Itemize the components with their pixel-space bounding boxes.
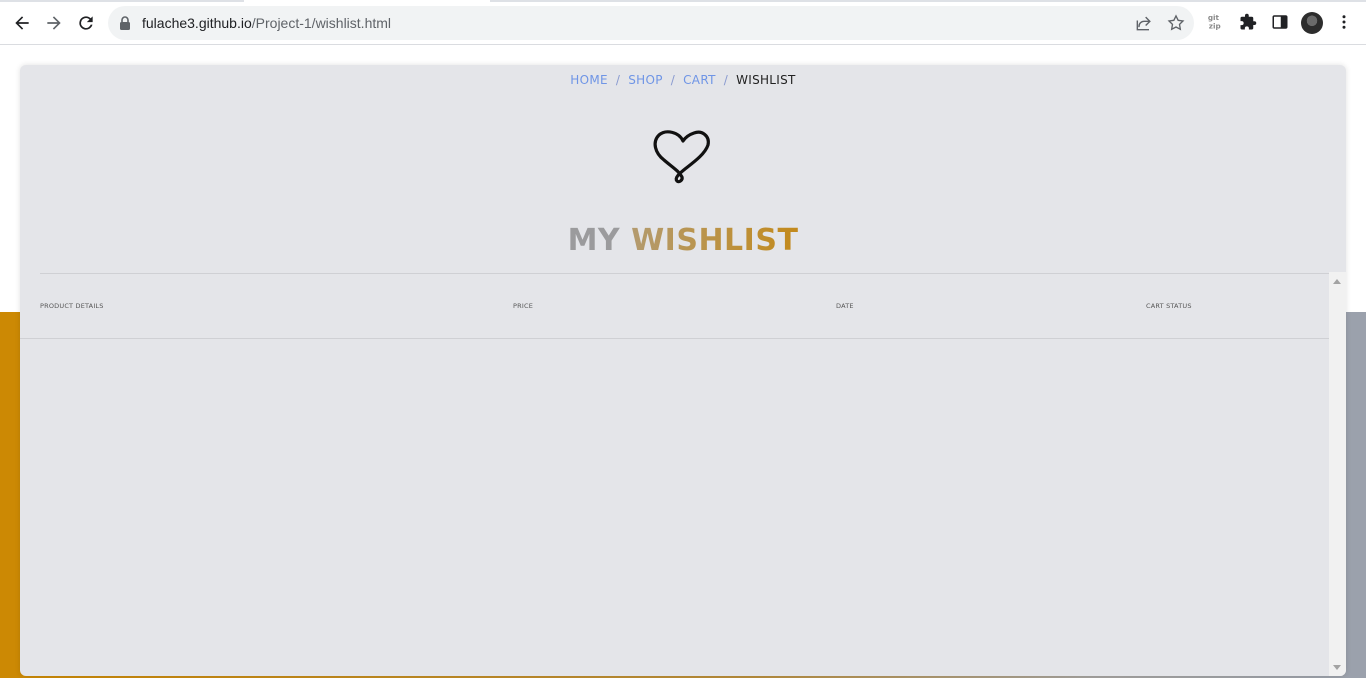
- scroll-down-arrow-icon[interactable]: [1333, 665, 1341, 670]
- url-path: /Project-1/wishlist.html: [251, 15, 392, 31]
- svg-text:zip: zip: [1209, 21, 1221, 30]
- extension-gitzip-icon[interactable]: git zip: [1205, 11, 1227, 33]
- extensions-puzzle-icon[interactable]: [1237, 11, 1259, 33]
- column-header-date: DATE: [836, 302, 854, 310]
- lock-icon[interactable]: [118, 15, 132, 31]
- scroll-up-arrow-icon[interactable]: [1333, 279, 1341, 284]
- table-header-row: PRODUCT DETAILS PRICE DATE CART STATUS: [20, 272, 1329, 339]
- breadcrumb-separator: /: [670, 73, 676, 87]
- menu-kebab-icon[interactable]: [1333, 11, 1355, 33]
- breadcrumb-cart[interactable]: CART: [683, 73, 716, 87]
- browser-toolbar: fulache3.github.io/Project-1/wishlist.ht…: [0, 0, 1366, 45]
- bookmark-star-icon[interactable]: [1166, 13, 1186, 33]
- breadcrumb-current: WISHLIST: [736, 73, 796, 87]
- heart-icon: [653, 130, 710, 184]
- column-header-product-details: PRODUCT DETAILS: [40, 302, 104, 310]
- breadcrumb-separator: /: [615, 73, 621, 87]
- address-bar[interactable]: fulache3.github.io/Project-1/wishlist.ht…: [108, 6, 1194, 40]
- column-header-price: PRICE: [513, 302, 533, 310]
- url-text[interactable]: fulache3.github.io/Project-1/wishlist.ht…: [142, 15, 391, 31]
- wishlist-table: PRODUCT DETAILS PRICE DATE CART STATUS: [20, 272, 1329, 676]
- breadcrumb-separator: /: [723, 73, 729, 87]
- share-icon[interactable]: [1134, 13, 1154, 33]
- breadcrumb: HOME / SHOP / CART / WISHLIST: [20, 73, 1346, 87]
- breadcrumb-shop[interactable]: SHOP: [628, 73, 663, 87]
- page-title: MY WISHLIST: [20, 223, 1346, 258]
- wishlist-card: HOME / SHOP / CART / WISHLIST MY WISHLIST PROD…: [20, 65, 1346, 676]
- reload-icon[interactable]: [71, 8, 101, 38]
- side-panel-icon[interactable]: [1269, 11, 1291, 33]
- back-icon[interactable]: [7, 8, 37, 38]
- breadcrumb-home[interactable]: HOME: [570, 73, 608, 87]
- table-scrollbar[interactable]: [1329, 272, 1346, 676]
- page-title-part1: MY: [567, 223, 632, 258]
- page-title-part2: WISHLIST: [631, 223, 799, 258]
- profile-avatar[interactable]: [1301, 12, 1323, 34]
- forward-icon[interactable]: [39, 8, 69, 38]
- tab-strip-edge: [0, 0, 1366, 2]
- url-host: fulache3.github.io: [142, 15, 252, 31]
- column-header-cart-status: CART STATUS: [1146, 302, 1192, 310]
